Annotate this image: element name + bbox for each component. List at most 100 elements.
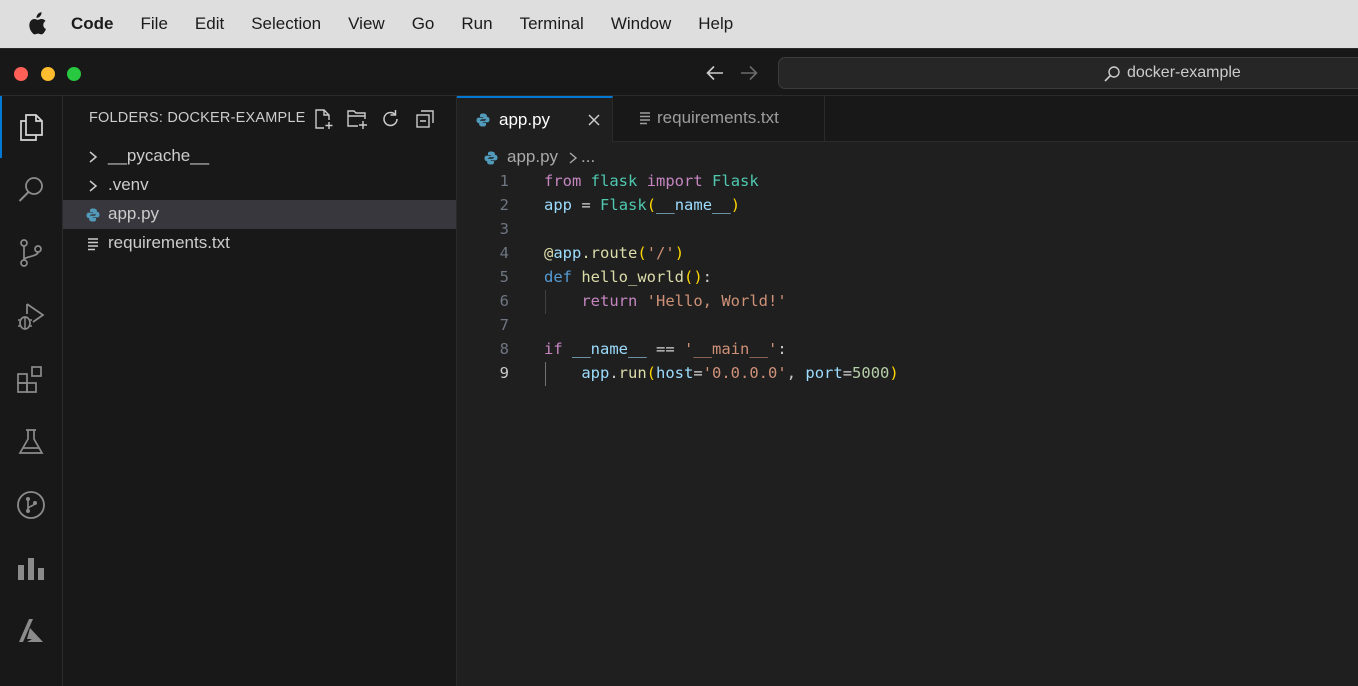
explorer-icon — [20, 114, 43, 141]
text-file-icon — [88, 238, 98, 251]
testing-icon — [18, 429, 44, 454]
line-number: 2 — [499, 196, 509, 214]
editor-tabs: app.py requirements.txt — [457, 96, 1358, 143]
new-folder-button[interactable] — [346, 108, 368, 130]
run-debug-button[interactable] — [0, 285, 62, 347]
code-text: app = Flask(__name__) — [544, 196, 741, 214]
code-line-current[interactable]: 9 app.run(host='0.0.0.0', port=5000) — [457, 362, 1358, 386]
tab-requirements-txt[interactable]: requirements.txt — [613, 96, 825, 142]
code-text: app.run(host='0.0.0.0', port=5000) — [581, 364, 899, 382]
code-text: from flask import Flask — [544, 172, 759, 190]
tab-label: requirements.txt — [657, 108, 779, 127]
forward-arrow-icon[interactable] — [738, 63, 760, 83]
code-line[interactable]: 8 if __name__ == '__main__': — [457, 338, 1358, 362]
code-line[interactable]: 6 return 'Hello, World!' — [457, 290, 1358, 314]
tree-item-label: .venv — [108, 175, 149, 194]
explorer-button[interactable] — [0, 96, 62, 158]
window-title-bar: docker-example — [0, 48, 1358, 96]
menu-run[interactable]: Run — [461, 14, 492, 34]
tree-item-pycache[interactable]: __pycache__ — [63, 142, 456, 171]
line-number: 6 — [499, 292, 509, 310]
stats-button[interactable] — [0, 537, 62, 599]
new-file-button[interactable] — [312, 108, 334, 130]
menu-selection[interactable]: Selection — [251, 14, 321, 34]
close-tab-icon[interactable] — [586, 112, 602, 128]
menu-app-name[interactable]: Code — [71, 14, 114, 34]
chevron-right-icon — [89, 151, 98, 163]
collapse-all-button[interactable] — [414, 108, 436, 130]
line-number: 9 — [499, 364, 509, 382]
run-debug-icon — [18, 303, 45, 330]
minimize-window-button[interactable] — [41, 67, 55, 81]
close-window-button[interactable] — [14, 67, 28, 81]
line-number: 7 — [499, 316, 509, 334]
menu-file[interactable]: File — [141, 14, 168, 34]
activity-bar — [0, 96, 63, 686]
new-file-icon — [315, 109, 333, 129]
explorer-title: FOLDERS: DOCKER-EXAMPLE — [89, 110, 306, 126]
collapse-all-icon — [416, 110, 434, 128]
azure-button[interactable] — [0, 600, 62, 662]
tree-item-label: app.py — [108, 204, 160, 223]
code-line[interactable]: 5 def hello_world(): — [457, 266, 1358, 290]
line-number: 3 — [499, 220, 509, 238]
code-line[interactable]: 4 @app.route('/') — [457, 242, 1358, 266]
explorer-header: FOLDERS: DOCKER-EXAMPLE — [63, 96, 456, 142]
stats-icon — [18, 558, 44, 580]
tree-item-app-py[interactable]: app.py — [63, 200, 456, 229]
extensions-button[interactable] — [0, 348, 62, 410]
explorer-sidebar: FOLDERS: DOCKER-EXAMPLE __pycache__ .ven… — [63, 96, 457, 686]
git-graph-button[interactable] — [0, 474, 62, 536]
line-number: 8 — [499, 340, 509, 358]
code-text: return 'Hello, World!' — [581, 292, 787, 310]
command-center-search[interactable]: docker-example — [778, 57, 1358, 89]
testing-button[interactable] — [0, 411, 62, 473]
back-arrow-icon[interactable] — [704, 63, 726, 83]
command-center-label: docker-example — [1127, 64, 1241, 81]
line-number: 5 — [499, 268, 509, 286]
line-number: 4 — [499, 244, 509, 262]
tree-item-label: __pycache__ — [108, 146, 210, 165]
refresh-button[interactable] — [380, 108, 402, 130]
menu-edit[interactable]: Edit — [195, 14, 224, 34]
refresh-icon — [383, 110, 398, 127]
text-file-icon — [640, 112, 650, 125]
menu-view[interactable]: View — [348, 14, 385, 34]
breadcrumb-symbol[interactable]: ... — [581, 147, 595, 167]
code-line[interactable]: 2 app = Flask(__name__) — [457, 194, 1358, 218]
menu-help[interactable]: Help — [698, 14, 733, 34]
tree-item-requirements[interactable]: requirements.txt — [63, 229, 456, 258]
search-icon — [1104, 66, 1120, 82]
tree-item-label: requirements.txt — [108, 233, 230, 252]
git-graph-icon — [17, 491, 45, 519]
code-text: @app.route('/') — [544, 244, 685, 262]
tab-app-py[interactable]: app.py — [457, 96, 613, 143]
chevron-right-icon — [89, 180, 98, 192]
line-number: 1 — [499, 172, 509, 190]
new-folder-icon — [347, 110, 367, 129]
tab-label: app.py — [499, 110, 551, 129]
zoom-window-button[interactable] — [67, 67, 81, 81]
azure-icon — [19, 619, 43, 642]
code-line[interactable]: 3 — [457, 218, 1358, 242]
chevron-right-icon — [569, 152, 578, 164]
code-line[interactable]: 1 from flask import Flask — [457, 170, 1358, 194]
editor-area: app.py requirements.txt app.py ... 1 fro… — [457, 96, 1358, 686]
source-control-icon — [20, 239, 42, 267]
menu-go[interactable]: Go — [412, 14, 435, 34]
tree-item-venv[interactable]: .venv — [63, 171, 456, 200]
search-button[interactable] — [0, 159, 62, 221]
python-file-icon — [484, 151, 498, 165]
apple-logo-icon[interactable] — [25, 12, 47, 36]
extensions-icon — [17, 366, 42, 393]
code-line[interactable]: 7 — [457, 314, 1358, 338]
menu-window[interactable]: Window — [611, 14, 671, 34]
breadcrumb-file[interactable]: app.py — [507, 147, 558, 167]
menu-terminal[interactable]: Terminal — [520, 14, 584, 34]
code-text: if __name__ == '__main__': — [544, 340, 787, 358]
python-file-icon — [476, 113, 490, 127]
python-file-icon — [86, 208, 100, 222]
source-control-button[interactable] — [0, 222, 62, 284]
code-text: def hello_world(): — [544, 268, 713, 286]
search-icon — [18, 177, 43, 202]
